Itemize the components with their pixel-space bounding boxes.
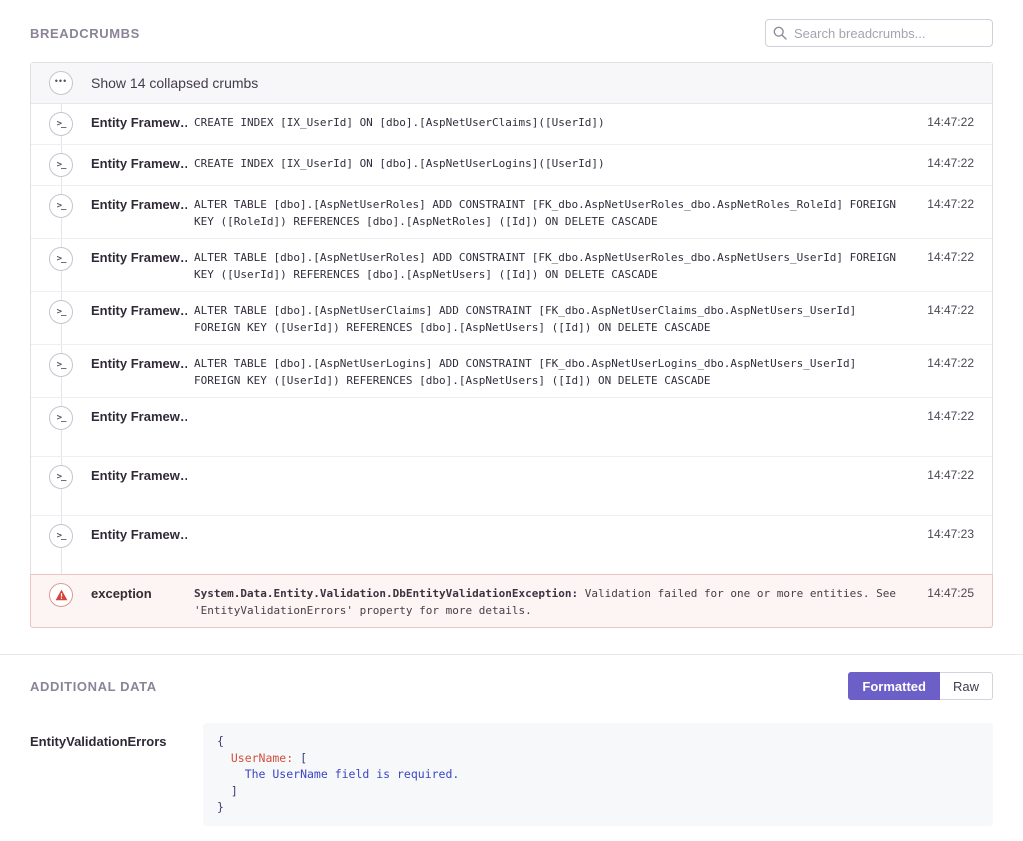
crumb-message: ALTER TABLE [dbo].[AspNetUserRoles] ADD … bbox=[194, 194, 908, 230]
ellipsis-icon: ••• bbox=[49, 71, 73, 95]
warning-icon bbox=[49, 583, 73, 607]
fade-overlay bbox=[194, 494, 908, 507]
breadcrumb-row: >_ Entity Framew… INSERT [dbo].[__Migrat… bbox=[31, 457, 992, 516]
breadcrumb-row: >_ Entity Framew… CREATE TABLE [dbo].[__… bbox=[31, 398, 992, 457]
crumb-timestamp: 14:47:22 bbox=[918, 465, 974, 482]
crumb-message-truncated: CREATE TABLE [dbo].[__MigrationHistory] … bbox=[194, 406, 908, 448]
crumb-timestamp: 14:47:22 bbox=[918, 112, 974, 129]
crumb-category: Entity Framew… bbox=[91, 300, 187, 319]
search-input[interactable] bbox=[765, 19, 993, 47]
crumb-message: ALTER TABLE [dbo].[AspNetUserRoles] ADD … bbox=[194, 247, 908, 283]
show-collapsed-crumbs-row[interactable]: ••• Show 14 collapsed crumbs bbox=[31, 63, 992, 104]
crumb-timestamp: 14:47:22 bbox=[918, 247, 974, 264]
crumb-category: Entity Framew… bbox=[91, 353, 187, 372]
additional-data-header: ADDITIONAL DATA Formatted Raw bbox=[30, 672, 993, 700]
view-toggle: Formatted Raw bbox=[848, 672, 993, 700]
crumb-message-truncated: INSERT [dbo].[__MigrationHistory]([Migra… bbox=[194, 465, 908, 507]
crumb-message-truncated: SELECT CASE WHEN ( EXISTS (SELECT 1 AS [… bbox=[194, 524, 908, 566]
breadcrumb-row: >_ Entity Framew… CREATE INDEX [IX_UserI… bbox=[31, 145, 992, 186]
raw-button[interactable]: Raw bbox=[940, 672, 993, 700]
breadcrumb-row: >_ Entity Framew… ALTER TABLE [dbo].[Asp… bbox=[31, 186, 992, 239]
breadcrumbs-page: BREADCRUMBS ••• Show 14 collapsed cru bbox=[0, 0, 1023, 841]
additional-data-entry: EntityValidationErrors { UserName: [ The… bbox=[30, 723, 993, 826]
terminal-icon: >_ bbox=[49, 194, 73, 218]
terminal-icon: >_ bbox=[49, 112, 73, 136]
crumb-timestamp: 14:47:22 bbox=[918, 353, 974, 370]
crumb-category: Entity Framew… bbox=[91, 112, 187, 131]
breadcrumb-row: >_ Entity Framew… ALTER TABLE [dbo].[Asp… bbox=[31, 345, 992, 398]
crumb-message: ALTER TABLE [dbo].[AspNetUserClaims] ADD… bbox=[194, 300, 908, 336]
breadcrumb-row: >_ Entity Framew… ALTER TABLE [dbo].[Asp… bbox=[31, 239, 992, 292]
fade-overlay bbox=[194, 553, 908, 566]
terminal-icon: >_ bbox=[49, 406, 73, 430]
search-icon bbox=[773, 26, 787, 40]
crumb-timestamp: 14:47:22 bbox=[918, 194, 974, 211]
crumb-message: CREATE INDEX [IX_UserId] ON [dbo].[AspNe… bbox=[194, 153, 908, 172]
entry-key-label: EntityValidationErrors bbox=[30, 723, 203, 826]
crumb-message: CREATE INDEX [IX_UserId] ON [dbo].[AspNe… bbox=[194, 112, 908, 131]
crumb-message: ALTER TABLE [dbo].[AspNetUserLogins] ADD… bbox=[194, 353, 908, 389]
crumb-category: Entity Framew… bbox=[91, 465, 187, 484]
crumb-timestamp: 14:47:23 bbox=[918, 524, 974, 541]
crumb-timestamp: 14:47:22 bbox=[918, 153, 974, 170]
terminal-icon: >_ bbox=[49, 465, 73, 489]
terminal-icon: >_ bbox=[49, 247, 73, 271]
fade-overlay bbox=[194, 435, 908, 448]
crumb-timestamp: 14:47:22 bbox=[918, 300, 974, 317]
crumb-category: Entity Framew… bbox=[91, 406, 187, 425]
terminal-icon: >_ bbox=[49, 353, 73, 377]
additional-data-title: ADDITIONAL DATA bbox=[30, 679, 157, 694]
breadcrumbs-search bbox=[765, 19, 993, 47]
collapsed-crumbs-label: Show 14 collapsed crumbs bbox=[91, 75, 258, 91]
breadcrumbs-header: BREADCRUMBS bbox=[30, 0, 993, 47]
exception-message: System.Data.Entity.Validation.DbEntityVa… bbox=[194, 583, 908, 619]
exception-breadcrumb-row: exception System.Data.Entity.Validation.… bbox=[30, 574, 993, 628]
breadcrumb-row: >_ Entity Framew… CREATE INDEX [IX_UserI… bbox=[31, 104, 992, 145]
breadcrumb-row: >_ Entity Framew… ALTER TABLE [dbo].[Asp… bbox=[31, 292, 992, 345]
crumb-category: exception bbox=[91, 583, 187, 602]
breadcrumb-row: >_ Entity Framew… SELECT CASE WHEN ( EXI… bbox=[31, 516, 992, 574]
terminal-icon: >_ bbox=[49, 524, 73, 548]
crumb-category: Entity Framew… bbox=[91, 194, 187, 213]
section-divider bbox=[0, 654, 1023, 655]
entry-value-json: { UserName: [ The UserName field is requ… bbox=[203, 723, 993, 826]
breadcrumbs-title: BREADCRUMBS bbox=[30, 26, 140, 41]
crumb-timestamp: 14:47:22 bbox=[918, 406, 974, 423]
breadcrumbs-panel: ••• Show 14 collapsed crumbs >_ Entity F… bbox=[30, 62, 993, 628]
crumb-category: Entity Framew… bbox=[91, 524, 187, 543]
crumb-category: Entity Framew… bbox=[91, 153, 187, 172]
terminal-icon: >_ bbox=[49, 300, 73, 324]
crumb-timestamp: 14:47:25 bbox=[918, 583, 974, 600]
terminal-icon: >_ bbox=[49, 153, 73, 177]
crumb-category: Entity Framew… bbox=[91, 247, 187, 266]
formatted-button[interactable]: Formatted bbox=[848, 672, 940, 700]
